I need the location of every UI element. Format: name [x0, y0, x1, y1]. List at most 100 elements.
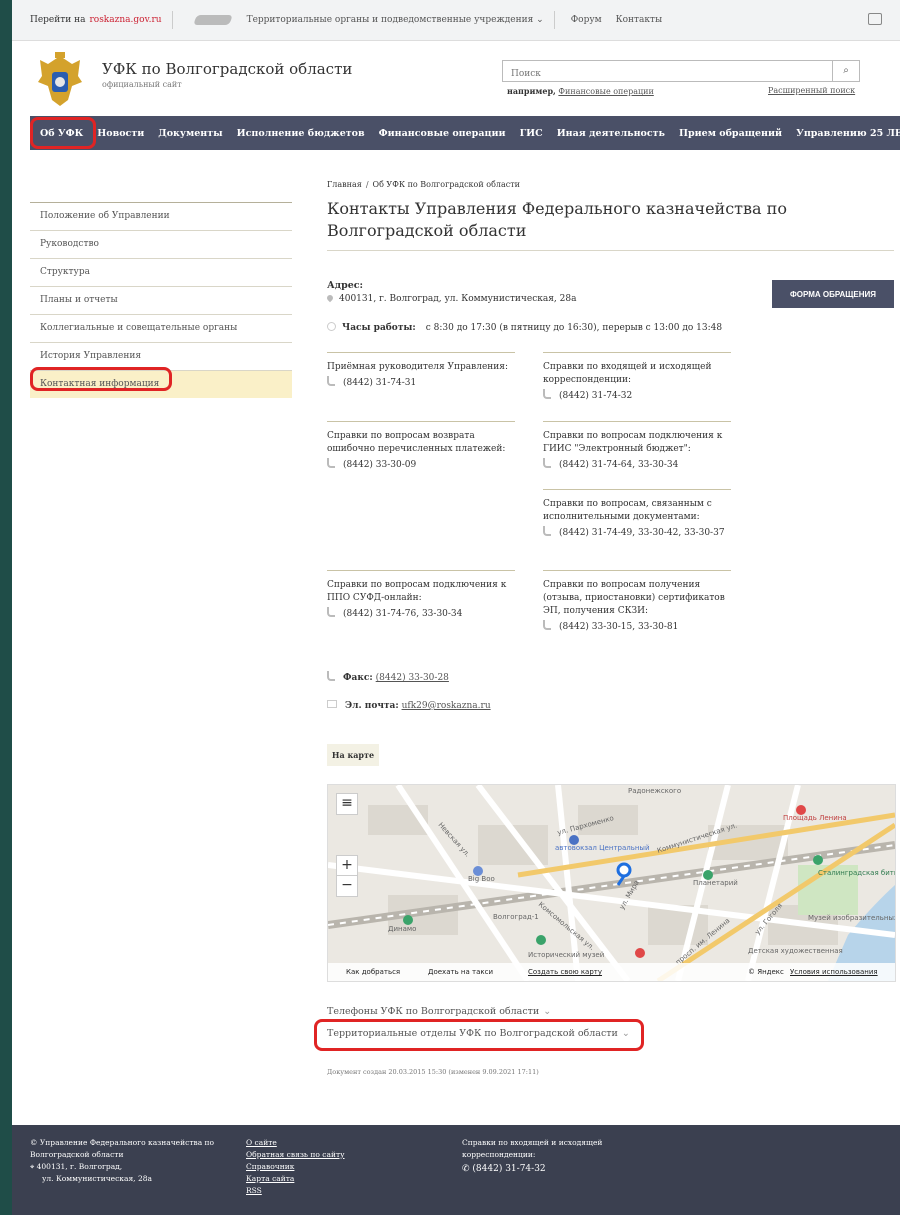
treasury-arrow-icon — [192, 15, 233, 25]
footer-link-sitemap[interactable]: Карта сайта — [246, 1173, 345, 1185]
phone-number[interactable]: (8442) 33-30-15, 33-30-81 — [559, 622, 678, 632]
advanced-search-link[interactable]: Расширенный поиск — [768, 86, 855, 95]
map-tab[interactable]: На карте — [327, 744, 379, 766]
document-date: Документ создан 20.03.2015 15:30 (измене… — [327, 1068, 539, 1076]
map-copyright: © Яндекс — [748, 968, 784, 976]
contact-block: Справки по вопросам подключения к ППО СУ… — [327, 570, 515, 621]
divider — [327, 250, 894, 251]
nav-item-finance[interactable]: Финансовые операции — [379, 128, 506, 139]
territorial-dropdown[interactable]: Территориальные органы и подведомственны… — [247, 15, 544, 25]
print-icon[interactable] — [868, 13, 882, 25]
phone-icon — [543, 620, 551, 630]
map-controls-bar: Как добраться Доехать на такси Создать с… — [328, 963, 895, 981]
search-input[interactable] — [503, 65, 839, 83]
fax-icon — [327, 671, 335, 681]
phone-number[interactable]: (8442) 33-30-09 — [343, 460, 416, 470]
phone-icon — [327, 607, 335, 617]
location-pin-icon — [325, 293, 335, 303]
create-map-link[interactable]: Создать свою карту — [528, 968, 602, 976]
search-hint: например, Финансовые операции — [507, 86, 654, 96]
svg-text:автовокзал Центральный: автовокзал Центральный — [555, 844, 650, 852]
top-bar: Перейти на roskazna.gov.ru Территориальн… — [12, 0, 900, 41]
phone-icon: ✆ — [462, 1164, 470, 1174]
highlight-annotation — [314, 1019, 644, 1051]
nav-item-documents[interactable]: Документы — [158, 128, 222, 139]
zoom-in-button[interactable]: + — [336, 855, 358, 877]
phone-number[interactable]: (8442) 31-74-64, 33-30-34 — [559, 460, 678, 470]
map-terms-link[interactable]: Условия использования — [790, 968, 878, 976]
contact-block: Приёмная руководителя Управления: (8442)… — [327, 352, 515, 390]
footer-link-feedback[interactable]: Обратная связь по сайту — [246, 1149, 345, 1161]
main-nav: Об УФК Новости Документы Исполнение бюдж… — [30, 116, 900, 150]
fax-number[interactable]: (8442) 33-30-28 — [376, 673, 449, 683]
footer-link-about[interactable]: О сайте — [246, 1137, 345, 1149]
address-value: 400131, г. Волгоград, ул. Коммунистическ… — [325, 293, 576, 304]
phone-number[interactable]: (8442) 31-74-32 — [559, 391, 632, 401]
search-example-link[interactable]: Финансовые операции — [558, 87, 653, 96]
page: Перейти на roskazna.gov.ru Территориальн… — [12, 0, 900, 1215]
contact-block: Справки по вопросам подключения к ГИИС "… — [543, 421, 731, 472]
breadcrumb: Главная / Об УФК по Волгоградской области — [327, 180, 520, 189]
svg-text:Музей изобразительных искусств: Музей изобразительных искусств — [808, 914, 895, 922]
divider — [553, 11, 555, 29]
zoom-out-button[interactable]: − — [336, 875, 358, 897]
nav-item-anniversary[interactable]: Управлению 25 ЛЕТ! — [796, 128, 900, 139]
search-icon[interactable]: ⌕ — [832, 61, 859, 81]
yandex-map[interactable]: Радонежского Невская ул. ул. Пархоменко … — [327, 784, 896, 982]
phone-icon — [327, 458, 335, 468]
taxi-button[interactable]: Доехать на такси — [428, 968, 493, 976]
map-layers-icon[interactable]: ≡ — [336, 793, 358, 815]
sidebar-item-management[interactable]: Руководство — [30, 230, 292, 258]
sidebar-item-collegial[interactable]: Коллегиальные и совещательные органы — [30, 314, 292, 342]
phone-number[interactable]: (8442) 31-74-76, 33-30-34 — [343, 609, 462, 619]
breadcrumb-home[interactable]: Главная — [327, 180, 362, 189]
nav-item-appeals[interactable]: Прием обращений — [679, 128, 782, 139]
svg-text:Планетарий: Планетарий — [693, 879, 738, 887]
mail-icon — [327, 700, 337, 708]
working-hours: Часы работы: с 8:30 до 17:30 (в пятницу д… — [327, 322, 722, 333]
svg-text:Детская художественная: Детская художественная — [748, 947, 843, 955]
svg-text:Big Boo: Big Boo — [468, 875, 495, 883]
sidebar-item-history[interactable]: История Управления — [30, 342, 292, 370]
svg-text:Радонежского: Радонежского — [628, 787, 681, 795]
footer-link-rss[interactable]: RSS — [246, 1185, 345, 1197]
email: Эл. почта: ufk29@roskazna.ru — [327, 700, 491, 711]
nav-item-budget[interactable]: Исполнение бюджетов — [237, 128, 365, 139]
contact-block: Справки по вопросам получения (отзыва, п… — [543, 570, 731, 634]
nav-item-gis[interactable]: ГИС — [520, 128, 543, 139]
address-label: Адрес: — [327, 280, 364, 291]
nav-item-news[interactable]: Новости — [97, 128, 144, 139]
sidebar-item-regulation[interactable]: Положение об Управлении — [30, 202, 292, 230]
phone-icon — [543, 389, 551, 399]
email-link[interactable]: ufk29@roskazna.ru — [402, 701, 491, 711]
route-button[interactable]: Как добраться — [346, 968, 400, 976]
phone-number[interactable]: (8442) 31-74-31 — [343, 378, 416, 388]
roskazna-link[interactable]: roskazna.gov.ru — [89, 15, 161, 25]
contacts-link[interactable]: Контакты — [616, 15, 663, 25]
location-pin-icon: ⌖ — [30, 1162, 35, 1171]
svg-text:Сталинградская битва: Сталинградская битва — [818, 869, 895, 877]
divider — [171, 11, 173, 29]
goto-label: Перейти на — [30, 15, 86, 25]
site-title[interactable]: УФК по Волгоградской области — [102, 60, 352, 78]
phone-number[interactable]: (8442) 31-74-49, 33-30-42, 33-30-37 — [559, 528, 725, 538]
site-subtitle: официальный сайт — [102, 80, 182, 89]
highlight-annotation — [30, 367, 172, 391]
sidebar-item-plans[interactable]: Планы и отчеты — [30, 286, 292, 314]
chevron-down-icon: ⌄ — [543, 1006, 552, 1017]
phones-section-toggle[interactable]: Телефоны УФК по Волгоградской области ⌄ — [327, 1006, 551, 1017]
contact-block: Справки по вопросам, связанным с исполни… — [543, 489, 731, 540]
contact-block: Справки по вопросам возврата ошибочно пе… — [327, 421, 515, 472]
forum-link[interactable]: Форум — [571, 15, 602, 25]
clock-icon — [327, 322, 336, 331]
svg-text:Исторический музей: Исторический музей — [528, 951, 604, 959]
sidebar-item-structure[interactable]: Структура — [30, 258, 292, 286]
search-box: ⌕ — [502, 60, 860, 83]
svg-text:Динамо: Динамо — [388, 925, 416, 933]
contact-block: Справки по входящей и исходящей корреспо… — [543, 352, 731, 403]
coat-of-arms-logo[interactable] — [34, 50, 86, 108]
nav-item-other[interactable]: Иная деятельность — [557, 128, 665, 139]
breadcrumb-current[interactable]: Об УФК по Волгоградской области — [373, 180, 520, 189]
appeal-form-button[interactable]: ФОРМА ОБРАЩЕНИЯ — [772, 280, 894, 308]
footer-link-directory[interactable]: Справочник — [246, 1161, 345, 1173]
